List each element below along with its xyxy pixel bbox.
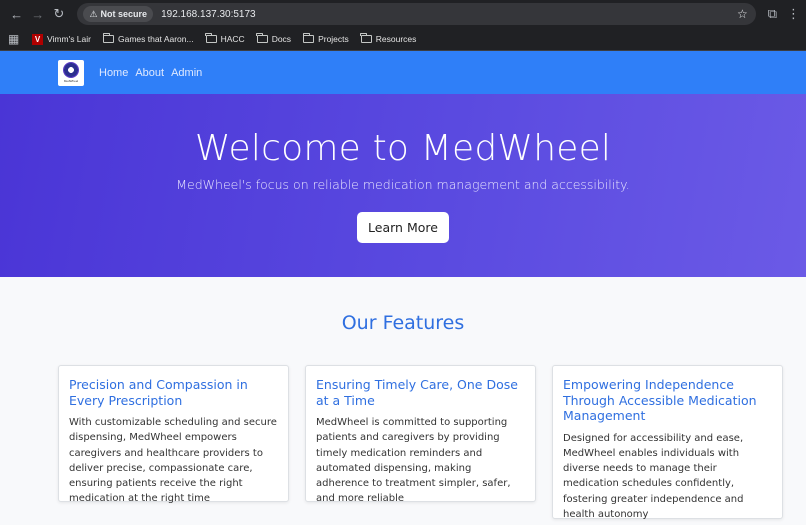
bookmark-projects-folder[interactable]: Projects xyxy=(302,33,349,44)
address-bar[interactable]: ⚠ Not secure 192.168.137.30:5173 ☆ xyxy=(77,3,756,25)
hero-subtitle: MedWheel's focus on reliable medication … xyxy=(176,177,630,192)
folder-icon xyxy=(302,33,315,43)
browser-menu-icon[interactable]: ⋮ xyxy=(787,6,800,22)
extensions-icon[interactable]: ⧉ xyxy=(768,6,777,22)
wheel-logo-icon xyxy=(63,62,79,78)
bookmark-label: HACC xyxy=(220,34,245,44)
feature-card-precision: Precision and Compassion in Every Prescr… xyxy=(58,365,289,504)
bookmark-games-folder[interactable]: Games that Aaron... xyxy=(102,33,194,44)
feature-card-title: Empowering Independence Through Accessib… xyxy=(563,377,757,423)
bookmark-hacc-folder[interactable]: HACC xyxy=(205,33,245,44)
learn-more-button[interactable]: Learn More xyxy=(357,212,449,243)
security-label: Not secure xyxy=(100,9,148,19)
feature-card-body: MedWheel is committed to supporting pati… xyxy=(316,417,511,505)
feature-card-independence: Empowering Independence Through Accessib… xyxy=(552,365,783,520)
feature-cards: Precision and Compassion in Every Prescr… xyxy=(58,365,784,520)
features-heading: Our Features xyxy=(341,312,465,334)
medwheel-logo[interactable]: MedWheel xyxy=(58,59,84,86)
bookmark-label: Vimm's Lair xyxy=(47,34,91,44)
logo-text: MedWheel xyxy=(63,79,79,83)
nav-link-admin[interactable]: Admin xyxy=(171,67,202,79)
feature-card-title: Ensuring Timely Care, One Dose at a Time xyxy=(316,377,518,408)
feature-card-body: With customizable scheduling and secure … xyxy=(69,417,277,505)
bookmark-label: Resources xyxy=(375,34,417,44)
feature-card-title: Precision and Compassion in Every Prescr… xyxy=(69,377,248,408)
forward-icon[interactable]: → xyxy=(27,3,48,25)
vimm-icon: V xyxy=(32,33,43,45)
back-icon[interactable]: ← xyxy=(6,3,27,25)
feature-card-timely-care: Ensuring Timely Care, One Dose at a Time… xyxy=(305,365,536,504)
folder-icon xyxy=(256,33,268,43)
site-navbar: MedWheel Home About Admin xyxy=(0,51,806,94)
browser-toolbar: ← → ↻ ⚠ Not secure 192.168.137.30:5173 ☆… xyxy=(0,0,806,28)
security-chip[interactable]: ⚠ Not secure xyxy=(83,6,154,22)
bookmark-vimms-lair[interactable]: V Vimm's Lair xyxy=(32,33,91,45)
nav-link-about[interactable]: About xyxy=(135,67,164,79)
hero-title: Welcome to MedWheel xyxy=(194,128,612,169)
nav-link-home[interactable]: Home xyxy=(99,67,128,79)
hero-section: Welcome to MedWheel MedWheel's focus on … xyxy=(0,94,806,277)
apps-grid-icon[interactable]: ▦ xyxy=(8,32,26,46)
bookmark-label: Projects xyxy=(318,34,349,44)
bookmark-resources-folder[interactable]: Resources xyxy=(360,33,417,44)
folder-icon xyxy=(102,33,114,43)
reload-icon[interactable]: ↻ xyxy=(48,3,69,25)
folder-icon xyxy=(360,33,372,43)
bookmark-label: Docs xyxy=(271,34,292,44)
bookmark-docs-folder[interactable]: Docs xyxy=(256,33,292,44)
bookmark-star-icon[interactable]: ☆ xyxy=(737,7,748,21)
feature-card-body: Designed for accessibility and ease, Med… xyxy=(563,432,744,520)
warning-icon: ⚠ xyxy=(89,8,98,19)
bookmarks-bar: ▦ V Vimm's Lair Games that Aaron... HACC… xyxy=(0,28,806,51)
bookmark-label: Games that Aaron... xyxy=(117,34,194,44)
folder-icon xyxy=(205,33,217,43)
url-text[interactable]: 192.168.137.30:5173 xyxy=(161,9,737,20)
